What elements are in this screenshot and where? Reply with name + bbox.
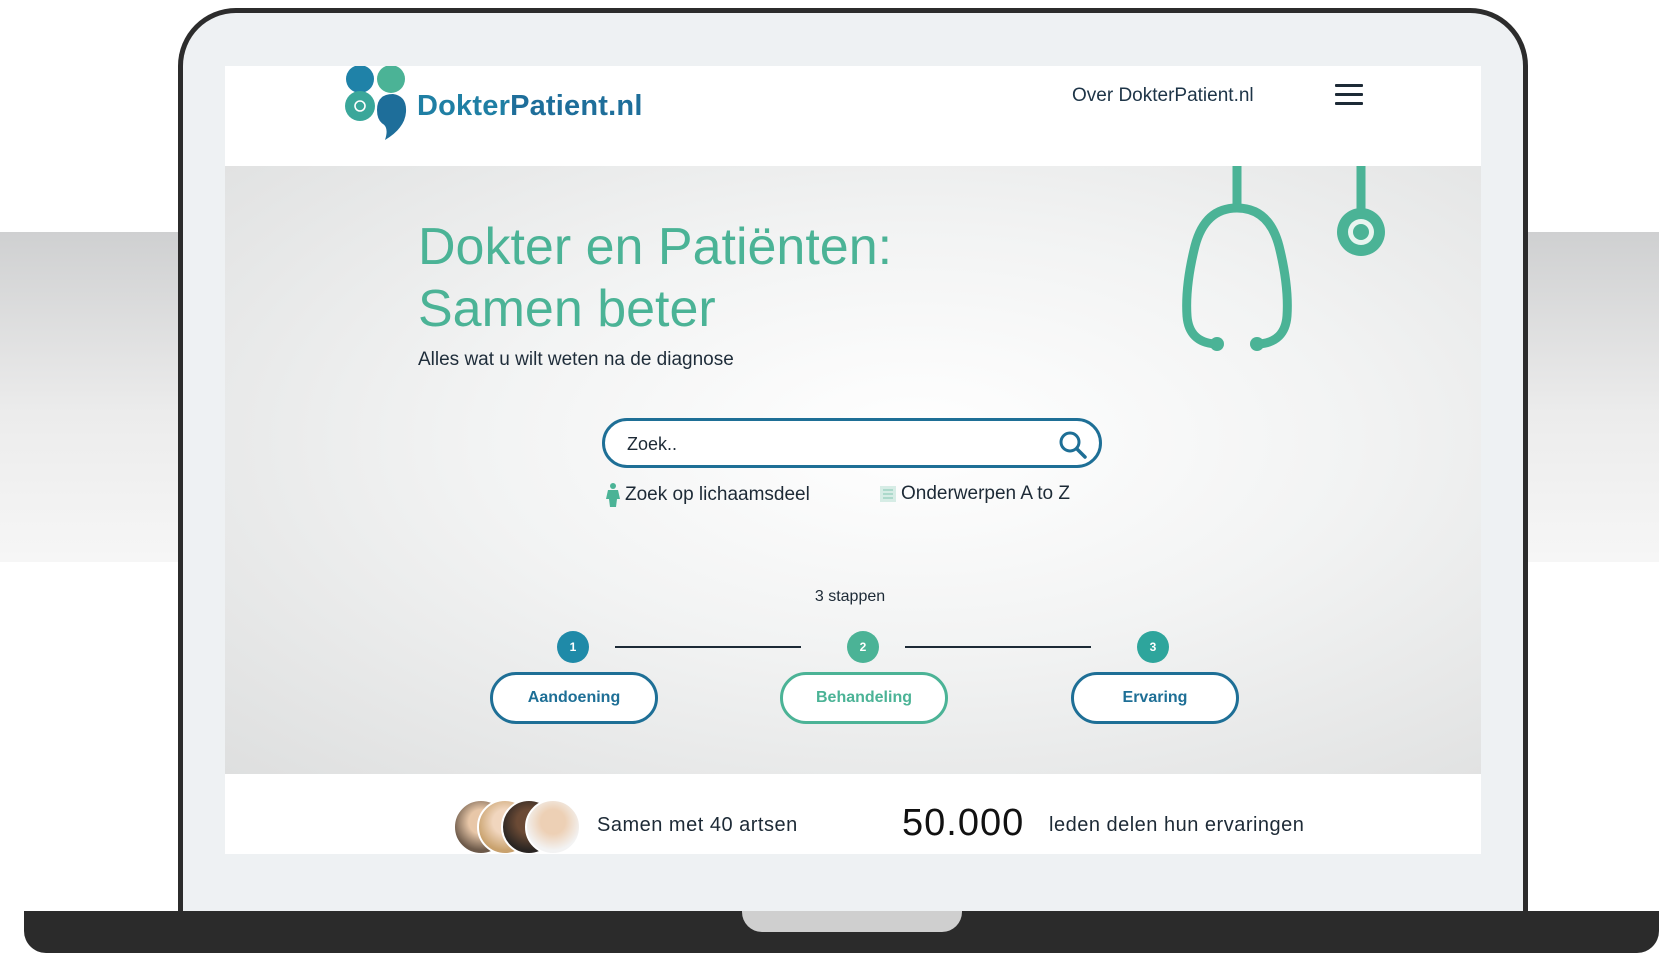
body-part-label: Zoek op lichaamsdeel	[625, 484, 810, 505]
menu-icon[interactable]	[1335, 84, 1365, 108]
step-connector	[905, 646, 1091, 648]
step-behandeling-button[interactable]: Behandeling	[780, 672, 948, 724]
site-header: DokterPatient.nl Over DokterPatient.nl	[225, 66, 1481, 166]
site-logo[interactable]: DokterPatient.nl	[343, 66, 643, 146]
topics-a-to-z-link[interactable]: Onderwerpen A to Z	[879, 483, 1070, 505]
topics-label: Onderwerpen A to Z	[901, 483, 1070, 504]
avatar	[525, 799, 581, 854]
search-input[interactable]	[625, 421, 1029, 467]
list-icon	[880, 486, 896, 502]
hero-title: Dokter en Patiënten: Samen beter	[418, 216, 892, 340]
stats-bar: Samen met 40 artsen 50.000 leden delen h…	[225, 774, 1481, 854]
stethoscope-icon	[1182, 166, 1385, 351]
step-2-number: 2	[847, 631, 879, 663]
members-count: 50.000	[902, 802, 1025, 844]
logo-mark-icon	[345, 66, 407, 140]
doctor-avatars	[453, 799, 583, 854]
step-aandoening-button[interactable]: Aandoening	[490, 672, 658, 724]
search-icon[interactable]	[1057, 429, 1089, 461]
step-connector	[615, 646, 801, 648]
laptop-screen: DokterPatient.nl Over DokterPatient.nl D…	[225, 66, 1481, 854]
members-stat: leden delen hun ervaringen	[1049, 814, 1305, 836]
step-1-number: 1	[557, 631, 589, 663]
search-bar	[602, 418, 1102, 468]
step-3-number: 3	[1137, 631, 1169, 663]
hero-subtitle: Alles wat u wilt weten na de diagnose	[418, 349, 734, 370]
hero-title-line1: Dokter en Patiënten:	[418, 218, 893, 276]
doctors-stat: Samen met 40 artsen	[597, 814, 798, 836]
brand-name: DokterPatient.nl	[417, 89, 643, 122]
body-figure-icon	[606, 483, 620, 507]
nav-about-link[interactable]: Over DokterPatient.nl	[1072, 85, 1254, 107]
steps-title: 3 stappen	[814, 588, 886, 605]
step-ervaring-button[interactable]: Ervaring	[1071, 672, 1239, 724]
hero-title-line2: Samen beter	[418, 280, 716, 338]
search-by-body-part-link[interactable]: Zoek op lichaamsdeel	[605, 483, 810, 507]
laptop-notch	[742, 911, 962, 932]
hero-section: Dokter en Patiënten: Samen beter Alles w…	[225, 166, 1481, 774]
